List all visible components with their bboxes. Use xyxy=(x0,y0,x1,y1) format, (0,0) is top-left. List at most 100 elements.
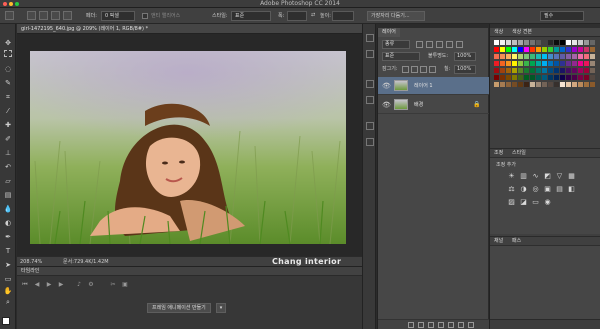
color-swatch[interactable] xyxy=(512,82,517,87)
selective-color-icon[interactable]: ◉ xyxy=(544,199,551,206)
color-swatch[interactable] xyxy=(530,47,535,52)
color-swatch[interactable] xyxy=(584,61,589,66)
marquee-tool-icon[interactable] xyxy=(4,50,12,57)
color-swatch[interactable] xyxy=(524,47,529,52)
lock-all-icon[interactable] xyxy=(429,66,436,73)
move-tool-icon[interactable]: ✥ xyxy=(3,38,13,48)
color-swatch[interactable] xyxy=(560,75,565,80)
filter-type-icon[interactable] xyxy=(436,41,443,48)
type-tool-icon[interactable]: T xyxy=(3,246,13,256)
color-swatch[interactable] xyxy=(506,68,511,73)
color-swatch[interactable] xyxy=(590,82,595,87)
pen-tool-icon[interactable]: ✒ xyxy=(3,232,13,242)
color-swatch[interactable] xyxy=(530,75,535,80)
color-swatch[interactable] xyxy=(572,61,577,66)
color-swatch[interactable] xyxy=(584,47,589,52)
timeline-tab[interactable]: 타임라인 xyxy=(21,268,39,275)
shape-tool-icon[interactable]: ▭ xyxy=(3,274,13,284)
color-swatch[interactable] xyxy=(506,61,511,66)
new-selection-icon[interactable] xyxy=(27,11,36,20)
color-swatch[interactable] xyxy=(518,82,523,87)
clone-stamp-tool-icon[interactable]: ⊥ xyxy=(3,148,13,158)
color-lookup-icon[interactable]: ▤ xyxy=(556,186,563,193)
gradient-map-icon[interactable]: ▭ xyxy=(532,199,539,206)
invert-icon[interactable]: ◧ xyxy=(568,186,575,193)
color-swatch[interactable] xyxy=(554,68,559,73)
channel-mixer-icon[interactable]: ▣ xyxy=(544,186,551,193)
color-swatch[interactable] xyxy=(572,47,577,52)
next-frame-icon[interactable]: ▶ xyxy=(57,281,65,289)
color-swatch[interactable] xyxy=(548,40,553,45)
create-frame-animation-button[interactable]: 프레임 애니메이션 만들기 xyxy=(147,303,211,313)
color-swatch[interactable] xyxy=(554,54,559,59)
color-swatch[interactable] xyxy=(548,61,553,66)
filter-shape-icon[interactable] xyxy=(446,41,453,48)
subtract-selection-icon[interactable] xyxy=(51,11,60,20)
foreground-color-swatch[interactable] xyxy=(2,317,10,325)
create-options-dropdown[interactable]: ▾ xyxy=(216,303,226,313)
color-swatch[interactable] xyxy=(494,47,499,52)
color-swatch[interactable] xyxy=(506,82,511,87)
color-swatch[interactable] xyxy=(566,82,571,87)
play-icon[interactable]: ▶ xyxy=(45,281,53,289)
color-swatch[interactable] xyxy=(536,54,541,59)
color-swatch[interactable] xyxy=(536,40,541,45)
hand-tool-icon[interactable]: ✋ xyxy=(3,286,13,296)
color-swatch[interactable] xyxy=(518,68,523,73)
color-swatch[interactable] xyxy=(536,82,541,87)
style-select[interactable]: 표준 xyxy=(231,11,271,21)
first-frame-icon[interactable]: ⏮ xyxy=(21,281,29,289)
color-swatch[interactable] xyxy=(566,61,571,66)
color-swatch[interactable] xyxy=(590,68,595,73)
color-swatch[interactable] xyxy=(578,40,583,45)
character-panel-icon[interactable] xyxy=(366,138,374,146)
color-swatch[interactable] xyxy=(518,47,523,52)
color-swatch[interactable] xyxy=(500,47,505,52)
color-swatch[interactable] xyxy=(542,40,547,45)
color-swatch[interactable] xyxy=(584,75,589,80)
eraser-tool-icon[interactable]: ▱ xyxy=(3,176,13,186)
layer-style-icon[interactable] xyxy=(418,322,424,328)
color-swatch[interactable] xyxy=(506,40,511,45)
color-swatch[interactable] xyxy=(524,54,529,59)
color-swatch[interactable] xyxy=(554,40,559,45)
feather-input[interactable]: 0 픽셀 xyxy=(101,11,135,21)
color-swatch[interactable] xyxy=(566,47,571,52)
color-swatch[interactable] xyxy=(542,61,547,66)
color-swatch[interactable] xyxy=(542,68,547,73)
color-swatch[interactable] xyxy=(518,75,523,80)
color-swatch[interactable] xyxy=(542,75,547,80)
color-swatch[interactable] xyxy=(560,68,565,73)
color-swatch[interactable] xyxy=(566,75,571,80)
marquee-tool-preset-icon[interactable] xyxy=(5,11,14,20)
history-panel-icon[interactable] xyxy=(366,34,374,42)
color-swatch[interactable] xyxy=(554,75,559,80)
color-swatch[interactable] xyxy=(572,82,577,87)
color-swatch[interactable] xyxy=(494,54,499,59)
audio-icon[interactable]: ♪ xyxy=(75,281,83,289)
color-swatch[interactable] xyxy=(560,54,565,59)
swatches-tab[interactable]: 색상 견본 xyxy=(512,29,532,36)
new-layer-icon[interactable] xyxy=(458,322,464,328)
color-swatch[interactable] xyxy=(548,68,553,73)
color-swatch[interactable] xyxy=(584,82,589,87)
new-group-icon[interactable] xyxy=(448,322,454,328)
history-brush-tool-icon[interactable]: ↶ xyxy=(3,162,13,172)
color-swatch[interactable] xyxy=(494,82,499,87)
color-swatch[interactable] xyxy=(500,75,505,80)
intersect-selection-icon[interactable] xyxy=(63,11,72,20)
color-swatch[interactable] xyxy=(560,61,565,66)
color-swatch[interactable] xyxy=(590,40,595,45)
zoom-level[interactable]: 208.74% xyxy=(20,258,42,266)
settings-icon[interactable]: ⚙ xyxy=(87,281,95,289)
color-swatch[interactable] xyxy=(536,68,541,73)
hue-saturation-icon[interactable]: ▦ xyxy=(568,173,575,180)
document-size-info[interactable]: 문서:729.4K/1.42M xyxy=(63,258,109,266)
color-swatch[interactable] xyxy=(560,82,565,87)
curves-icon[interactable]: ∿ xyxy=(532,173,539,180)
color-balance-icon[interactable]: ⚖ xyxy=(508,186,515,193)
color-swatch[interactable] xyxy=(500,82,505,87)
color-swatch[interactable] xyxy=(518,40,523,45)
color-swatch[interactable] xyxy=(566,68,571,73)
color-swatch[interactable] xyxy=(554,82,559,87)
